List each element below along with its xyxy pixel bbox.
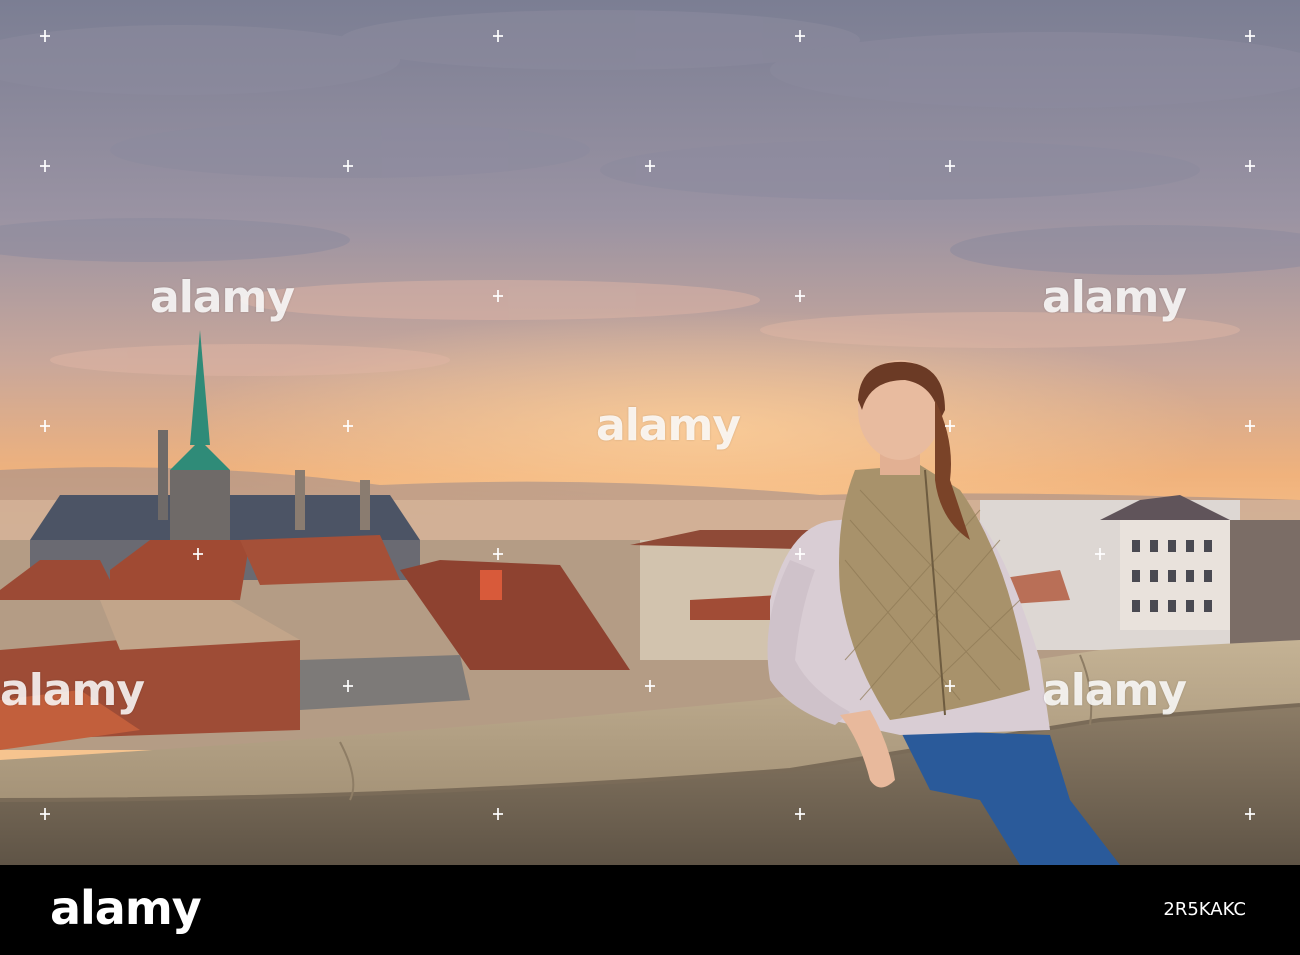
watermark-cross-icon (795, 548, 805, 560)
watermark-cross-icon (493, 30, 503, 42)
watermark-cross-icon (1245, 160, 1255, 172)
watermark-cross-icon (795, 30, 805, 42)
watermark-cross-icon (40, 808, 50, 820)
image-id: 2R5KAKC (1163, 899, 1246, 920)
watermark-cross-icon (945, 680, 955, 692)
watermark-cross-icon (795, 808, 805, 820)
watermark-cross-icon (1245, 808, 1255, 820)
watermark-cross-icon (343, 420, 353, 432)
watermark-cross-icon (493, 808, 503, 820)
watermark-cross-icon (1095, 548, 1105, 560)
watermark-cross-icon (343, 160, 353, 172)
watermark-cross-icon (343, 680, 353, 692)
watermark-cross-icon (645, 680, 655, 692)
watermark-cross-icon (40, 160, 50, 172)
watermark-cross-icon (493, 290, 503, 302)
watermark-text: alamy (0, 665, 145, 716)
watermark-text: alamy (1042, 272, 1187, 323)
watermark-cross-icon (1245, 30, 1255, 42)
watermark-text: alamy (1042, 665, 1187, 716)
watermark-text: alamy (150, 272, 295, 323)
watermark-cross-icon (40, 30, 50, 42)
photo-frame: alamy alamy alamy alamy alamy alamy 2R5K… (0, 0, 1300, 955)
footer-logo: alamy (50, 881, 202, 935)
watermark-cross-icon (945, 420, 955, 432)
watermark-cross-icon (1245, 420, 1255, 432)
watermark-cross-icon (193, 548, 203, 560)
watermark-cross-icon (945, 160, 955, 172)
watermark-cross-icon (795, 290, 805, 302)
watermark-text: alamy (596, 400, 741, 451)
watermark-cross-icon (493, 548, 503, 560)
footer-bar: alamy 2R5KAKC (0, 865, 1300, 955)
watermark-cross-icon (645, 160, 655, 172)
watermark-cross-icon (40, 420, 50, 432)
